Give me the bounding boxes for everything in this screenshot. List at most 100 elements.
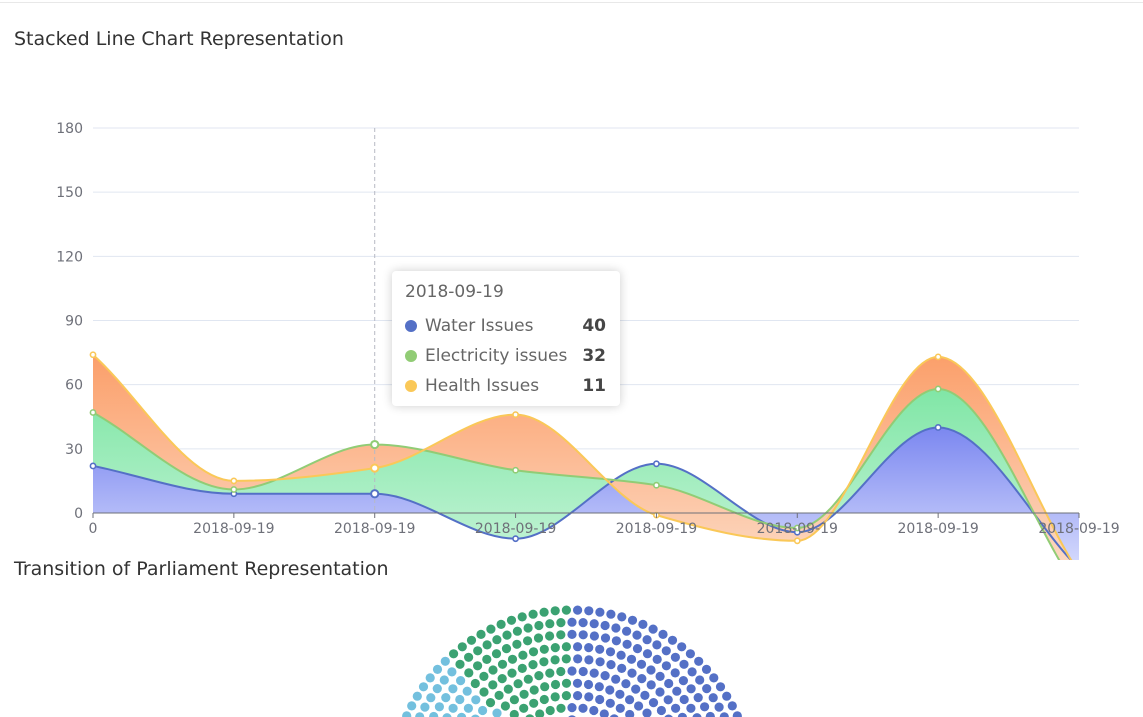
parliament-seat-blue — [687, 667, 697, 677]
parliament-seat-green — [523, 623, 533, 633]
parliament-seat-blue — [589, 619, 599, 629]
parliament-seat-blue — [640, 690, 650, 701]
parliament-seat-cyan — [478, 705, 488, 716]
parliament-seat-blue — [692, 713, 702, 717]
parliament-seat-blue — [567, 629, 577, 640]
parliament-seat-blue — [567, 617, 577, 627]
parliament-seat-green — [556, 618, 566, 628]
parliament-seat-green — [479, 671, 489, 682]
parliament-seat-cyan — [426, 693, 436, 703]
parliament-seat-cyan — [440, 656, 450, 666]
parliament-seat-green — [497, 659, 508, 669]
parliament-seat-blue — [626, 654, 637, 664]
parliament-seat-blue — [621, 679, 631, 689]
parliament-seat-green — [556, 630, 566, 640]
parliament-seat-blue — [572, 678, 583, 688]
parliament-seat-blue — [705, 711, 715, 717]
parliament-seat-green — [528, 647, 539, 657]
parliament-seat-blue — [638, 619, 648, 630]
parliament-seat-green — [550, 643, 560, 653]
parliament-seat-cyan — [442, 713, 452, 717]
parliament-seat-blue — [714, 702, 724, 712]
parliament-seat-green — [561, 691, 572, 701]
parliament-seat-green — [449, 649, 459, 659]
parliament-seat-green — [518, 650, 528, 660]
parliament-seat-blue — [595, 644, 605, 654]
parliament-seat-blue — [567, 703, 577, 713]
parliament-seat-cyan — [492, 708, 502, 717]
parliament-seat-green — [473, 661, 483, 671]
parliament-seat-green — [517, 612, 527, 622]
parliament-seat-blue — [625, 695, 635, 705]
parliament-seat-blue — [594, 682, 604, 692]
parliament-seat-green — [492, 635, 502, 645]
parliament-seat-cyan — [471, 695, 481, 705]
parliament-seat-blue — [695, 675, 705, 685]
parliament-seat-blue — [658, 629, 668, 640]
parliament-seat-green — [517, 663, 527, 674]
parliament-seat-green — [545, 668, 555, 678]
parliament-seat-blue — [573, 654, 583, 664]
parliament-seat-green — [539, 694, 549, 705]
parliament-seat-cyan — [432, 664, 443, 675]
parliament-seat-cyan — [447, 667, 457, 677]
parliament-seat-blue — [686, 684, 696, 694]
parliament-seat-blue — [632, 630, 642, 640]
parliament-seat-blue — [642, 649, 653, 659]
parliament-seat-blue — [584, 692, 594, 702]
parliament-seat-cyan — [434, 702, 444, 712]
parliament-seat-green — [494, 690, 504, 701]
parliament-seat-blue — [677, 712, 687, 717]
parliament-seat-green — [464, 652, 474, 662]
parliament-seat-blue — [622, 639, 632, 649]
parliament-seat-green — [507, 654, 518, 664]
parliament-seat-blue — [627, 668, 637, 678]
parliament-seat-blue — [589, 631, 600, 641]
parliament-seat-blue — [701, 664, 712, 675]
parliament-seat-cyan — [420, 702, 430, 712]
parliament-seat-blue — [589, 705, 599, 716]
parliament-seat-green — [533, 633, 544, 643]
parliament-seat-blue — [634, 701, 644, 711]
parliament-seat-blue — [578, 703, 588, 713]
parliament-seat-blue — [727, 701, 737, 711]
parliament-seat-green — [479, 687, 489, 697]
parliament-seat-green — [529, 685, 539, 695]
parliament-seat-blue — [709, 673, 719, 683]
parliament-seat-blue — [599, 709, 609, 717]
parliament-seat-blue — [595, 607, 605, 617]
parliament-seat-blue — [656, 705, 667, 716]
parliament-seat-green — [539, 644, 549, 654]
parliament-seat-blue — [642, 708, 652, 717]
parliament-seat-green — [523, 636, 533, 646]
parliament-seat-green — [534, 620, 544, 631]
parliament-seat-blue — [583, 679, 594, 690]
parliament-seat-blue — [667, 635, 678, 645]
parliament-seat-cyan — [415, 712, 425, 717]
parliament-seat-blue — [573, 605, 583, 615]
parliament-seat-green — [539, 657, 549, 667]
parliament-seat-blue — [679, 659, 689, 669]
parliament-seat-blue — [616, 650, 626, 660]
parliament-seat-blue — [595, 694, 605, 705]
parliament-seat-blue — [636, 659, 647, 669]
parliament-seat-blue — [611, 674, 621, 684]
parliament-seat-green — [506, 615, 517, 625]
parliament-seat-blue — [605, 698, 615, 708]
parliament-seat-blue — [600, 620, 610, 631]
parliament-seat-green — [500, 701, 510, 711]
parliament-seat-blue — [605, 685, 615, 695]
parliament-seat-green — [507, 668, 517, 678]
parliament-seat-blue — [663, 695, 673, 705]
parliament-seat-blue — [646, 665, 656, 675]
parliament-seat-blue — [664, 678, 674, 689]
parliament-seat-green — [545, 619, 555, 629]
parliament-seat-green — [561, 642, 572, 652]
parliament-seat-blue — [670, 668, 680, 678]
parliament-seat-green — [529, 698, 539, 708]
parliament-seat-blue — [615, 703, 625, 713]
parliament-seat-blue — [661, 661, 672, 671]
parliament-seat-green — [545, 631, 555, 641]
parliament-seat-green — [501, 644, 512, 654]
parliament-seat-green — [486, 624, 496, 634]
